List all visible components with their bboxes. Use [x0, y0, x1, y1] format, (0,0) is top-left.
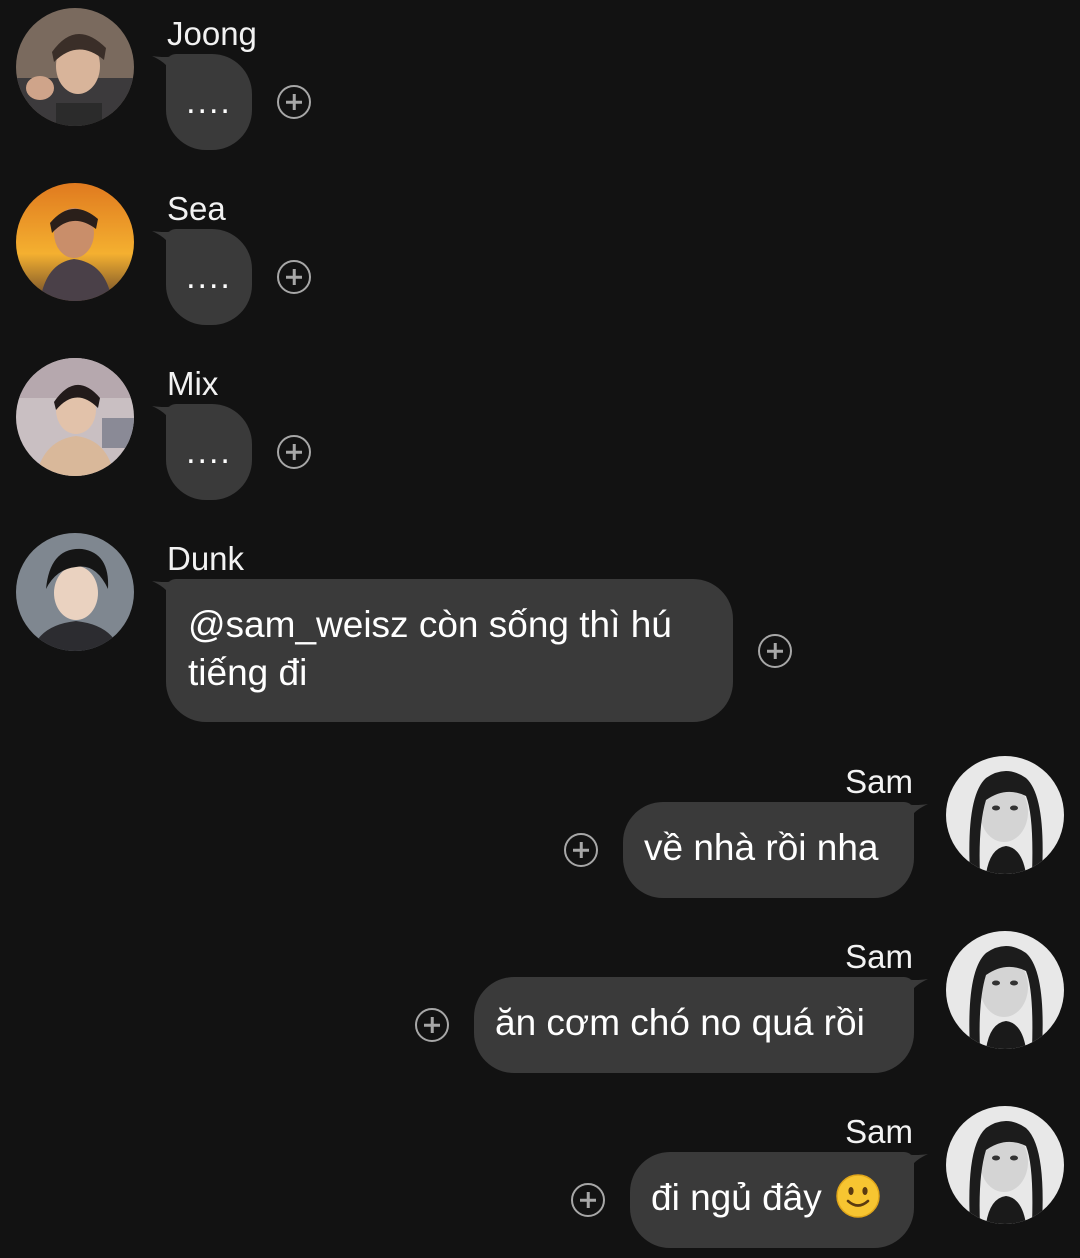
avatar-mix[interactable] — [16, 358, 134, 476]
avatar-sam[interactable] — [946, 756, 1064, 874]
slightly-smiling-face-icon — [836, 1174, 880, 1218]
sender-name: Dunk — [167, 540, 245, 577]
message-text: tiếng đi — [188, 652, 308, 693]
message-text: .... — [186, 258, 232, 296]
avatar-dunk[interactable] — [16, 533, 134, 651]
add-reaction-icon[interactable] — [277, 85, 311, 119]
avatar-sam-photo-icon — [946, 931, 1064, 1049]
avatar-sam-photo-icon — [946, 1106, 1064, 1224]
message-bubble[interactable]: .... — [166, 54, 252, 150]
add-reaction-icon[interactable] — [564, 833, 598, 867]
sender-name: Sam — [845, 763, 913, 800]
avatar-sea[interactable] — [16, 183, 134, 301]
add-reaction-icon[interactable] — [277, 260, 311, 294]
message-bubble[interactable]: .... — [166, 229, 252, 325]
avatar-joong-photo-icon — [16, 8, 134, 126]
sender-name: Joong — [167, 15, 257, 52]
message-text: .... — [186, 83, 232, 121]
add-reaction-icon[interactable] — [415, 1008, 449, 1042]
avatar-sam[interactable] — [946, 931, 1064, 1049]
message-text: đi ngủ đây — [651, 1177, 822, 1218]
sender-name: Sam — [845, 938, 913, 975]
message-text: .... — [186, 433, 232, 471]
avatar-sea-photo-icon — [16, 183, 134, 301]
message-text: về nhà rồi nha — [644, 827, 879, 868]
add-reaction-icon[interactable] — [758, 634, 792, 668]
avatar-sam-photo-icon — [946, 756, 1064, 874]
add-reaction-icon[interactable] — [277, 435, 311, 469]
avatar-joong[interactable] — [16, 8, 134, 126]
add-reaction-icon[interactable] — [571, 1183, 605, 1217]
message-text: ăn cơm chó no quá rồi — [495, 1002, 865, 1043]
message-bubble[interactable]: .... — [166, 404, 252, 500]
message-bubble[interactable]: đi ngủ đây — [630, 1152, 914, 1248]
message-text: @sam_weisz còn sống thì hú — [188, 604, 672, 645]
avatar-sam[interactable] — [946, 1106, 1064, 1224]
message-bubble[interactable]: về nhà rồi nha — [623, 802, 914, 898]
message-bubble[interactable]: ăn cơm chó no quá rồi — [474, 977, 914, 1073]
sender-name: Sea — [167, 190, 226, 227]
sender-name: Mix — [167, 365, 219, 402]
message-bubble[interactable]: @sam_weisz còn sống thì hú tiếng đi — [166, 579, 733, 722]
sender-name: Sam — [845, 1113, 913, 1150]
avatar-mix-photo-icon — [16, 358, 134, 476]
avatar-dunk-photo-icon — [16, 533, 134, 651]
